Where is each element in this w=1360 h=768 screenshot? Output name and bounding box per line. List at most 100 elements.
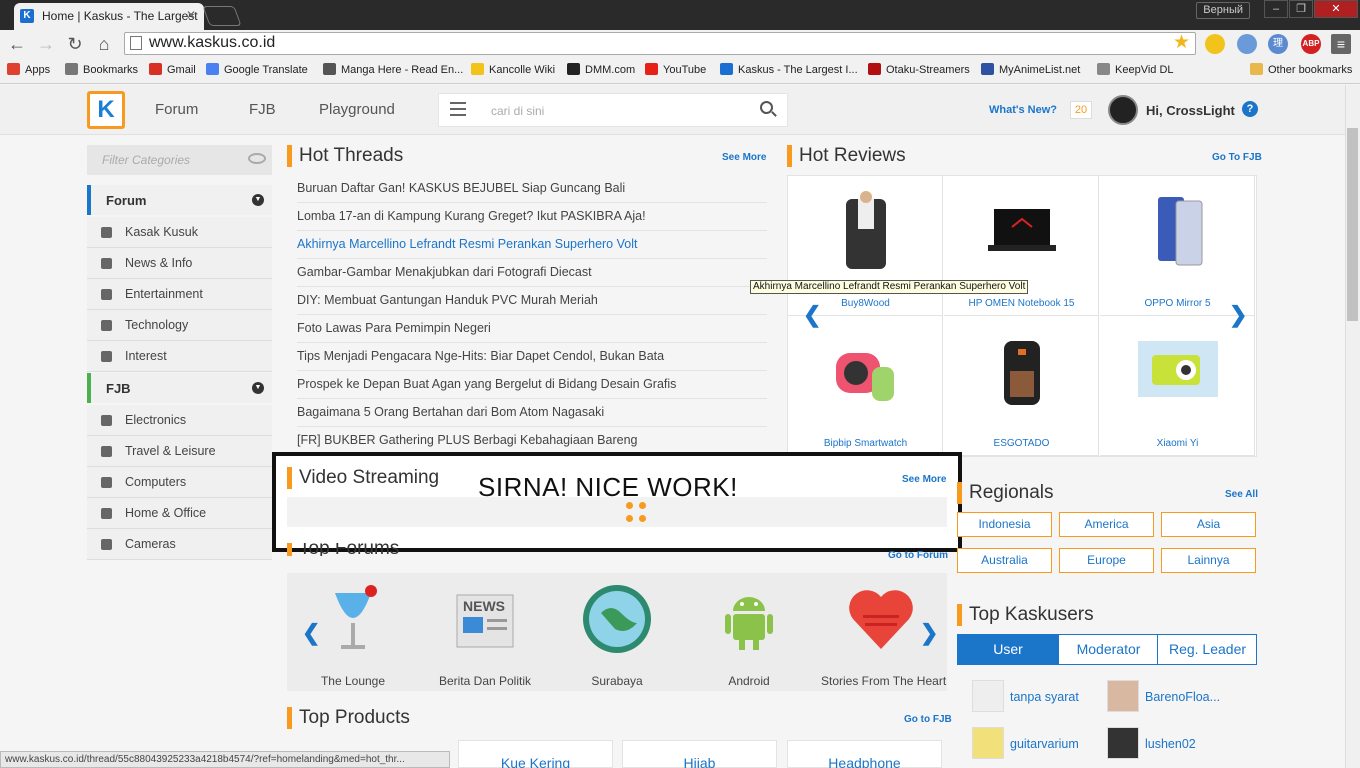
user-link[interactable]: tanpa syarat [1010,690,1079,704]
forward-icon[interactable]: → [36,34,56,55]
sidebar-fjb-header[interactable]: FJB ▼ [87,373,272,403]
top-products-go-to-fjb[interactable]: Go to FJB [904,714,952,725]
forum-item-surabaya[interactable]: Surabaya [557,583,677,688]
hot-thread-link[interactable]: Tips Menjadi Pengacara Nge-Hits: Biar Da… [297,343,767,371]
sidebar-item[interactable]: Kasak Kusuk [87,217,272,248]
sidebar-item[interactable]: Technology [87,310,272,341]
hot-thread-link[interactable]: Prospek ke Depan Buat Agan yang Bergelut… [297,371,767,399]
review-item[interactable]: Xiaomi Yi [1100,316,1255,456]
hot-thread-link[interactable]: [FR] BUKBER Gathering PLUS Berbagi Kebah… [297,427,767,455]
go-to-fjb-link[interactable]: Go To FJB [1212,152,1262,163]
bookmark-star-icon[interactable]: ★ [1173,31,1190,54]
hot-thread-link[interactable]: DIY: Membuat Gantungan Handuk PVC Murah … [297,287,767,315]
hot-thread-link[interactable]: Lomba 17-an di Kampung Kurang Greget? Ik… [297,203,767,231]
product-tab[interactable]: Hijab [622,740,777,768]
video-streaming-see-more[interactable]: See More [902,474,946,485]
bookmark-item[interactable]: YouTube [645,63,706,76]
kaskus-logo[interactable]: K [87,91,125,129]
search-icon[interactable] [760,101,773,114]
address-bar[interactable]: www.kaskus.co.id [124,32,1196,55]
chevron-down-icon[interactable]: ▼ [252,194,264,206]
user-avatar[interactable] [1107,680,1139,712]
review-item[interactable]: ESGOTADO [944,316,1099,456]
hot-threads-see-more[interactable]: See More [722,152,766,163]
back-icon[interactable]: ← [7,34,27,55]
product-tab[interactable]: Headphone [787,740,942,768]
user-avatar[interactable] [1107,727,1139,759]
nav-forum[interactable]: Forum [155,101,198,118]
browser-tab[interactable]: K Home | Kaskus - The Largest ✕ [14,3,204,30]
scrollbar-thumb[interactable] [1347,128,1358,321]
bookmark-item[interactable]: KeepVid DL [1097,63,1174,76]
bookmark-item[interactable]: Gmail [149,63,196,76]
tab-moderator[interactable]: Moderator [1058,635,1158,664]
user-link[interactable]: lushen02 [1145,737,1196,751]
region-button[interactable]: Australia [957,548,1052,573]
region-button[interactable]: Indonesia [957,512,1052,537]
bookmark-item[interactable]: Bookmarks [65,63,138,76]
sidebar-forum-header[interactable]: Forum ▼ [87,185,272,215]
review-item[interactable]: HP OMEN Notebook 15 [944,176,1099,316]
reviews-prev-arrow-icon[interactable]: ❮ [803,302,821,328]
extension-translate-icon[interactable]: 理 [1268,34,1288,54]
chevron-down-icon[interactable]: ▼ [252,382,264,394]
forum-item-android[interactable]: Android [689,583,809,688]
bookmark-item[interactable]: Google Translate [206,63,308,76]
sidebar-item[interactable]: News & Info [87,248,272,279]
bookmark-item[interactable]: Manga Here - Read En... [323,63,463,76]
sidebar-item[interactable]: Cameras [87,529,272,560]
review-item[interactable]: Buy8Wood [788,176,943,316]
sidebar-item[interactable]: Home & Office [87,498,272,529]
tab-reg-leader[interactable]: Reg. Leader [1157,635,1257,664]
tab-user[interactable]: User [958,635,1058,664]
region-button[interactable]: America [1059,512,1154,537]
user-avatar[interactable] [972,727,1004,759]
filter-categories-input[interactable]: Filter Categories [87,145,272,175]
home-icon[interactable]: ⌂ [94,34,114,55]
other-bookmarks[interactable]: Other bookmarks [1250,63,1352,76]
sidebar-item[interactable]: Interest [87,341,272,372]
chrome-menu-icon[interactable]: ≡ [1331,34,1351,54]
close-tab-icon[interactable]: ✕ [186,8,196,22]
bookmark-item[interactable]: Otaku-Streamers [868,63,970,76]
sidebar-item[interactable]: Travel & Leisure [87,436,272,467]
hot-thread-link[interactable]: Akhirnya Marcellino Lefrandt Resmi Peran… [297,231,767,259]
bookmark-item[interactable]: Kancolle Wiki [471,63,555,76]
reviews-next-arrow-icon[interactable]: ❯ [1229,302,1247,328]
minimize-icon[interactable]: – [1264,0,1288,18]
review-item[interactable]: OPPO Mirror 5 [1100,176,1255,316]
sidebar-item[interactable]: Computers [87,467,272,498]
forum-item-stories-from-the-heart[interactable]: Stories From The Heart [821,583,946,688]
user-greeting[interactable]: Hi, CrossLight [1146,103,1235,118]
user-avatar[interactable] [1108,95,1138,125]
notification-badge[interactable]: 20 [1070,101,1092,119]
go-to-forum-link[interactable]: Go to Forum [888,550,948,561]
product-tab[interactable]: Kue Kering [458,740,613,768]
region-button[interactable]: Asia [1161,512,1256,537]
eye-icon[interactable] [248,153,266,164]
extension-arch-icon[interactable] [1237,34,1257,54]
hot-thread-link[interactable]: Gambar-Gambar Menakjubkan dari Fotografi… [297,259,767,287]
nav-playground[interactable]: Playground [319,101,395,118]
new-tab-button[interactable] [202,6,242,26]
hot-thread-link[interactable]: Bagaimana 5 Orang Bertahan dari Bom Atom… [297,399,767,427]
user-link[interactable]: guitarvarium [1010,737,1079,751]
whats-new-link[interactable]: What's New? [989,104,1057,116]
regionals-see-all[interactable]: See All [1225,489,1258,500]
extension-banana-icon[interactable] [1205,34,1225,54]
bookmark-item[interactable]: MyAnimeList.net [981,63,1080,76]
adblock-icon[interactable]: ABP [1301,34,1321,54]
user-avatar[interactable] [972,680,1004,712]
sidebar-item[interactable]: Electronics [87,405,272,436]
forum-item-berita-dan-politik[interactable]: NEWS Berita Dan Politik [425,583,545,688]
bookmark-item[interactable]: Apps [7,63,50,76]
region-button[interactable]: Europe [1059,548,1154,573]
bookmark-item[interactable]: Kaskus - The Largest I... [720,63,858,76]
bookmark-item[interactable]: DMM.com [567,63,635,76]
reload-icon[interactable]: ↻ [65,34,85,55]
nav-fjb[interactable]: FJB [249,101,276,118]
region-button[interactable]: Lainnya [1161,548,1256,573]
hot-thread-link[interactable]: Buruan Daftar Gan! KASKUS BEJUBEL Siap G… [297,175,767,203]
user-link[interactable]: BarenoFloa... [1145,690,1220,704]
sidebar-item[interactable]: Entertainment [87,279,272,310]
